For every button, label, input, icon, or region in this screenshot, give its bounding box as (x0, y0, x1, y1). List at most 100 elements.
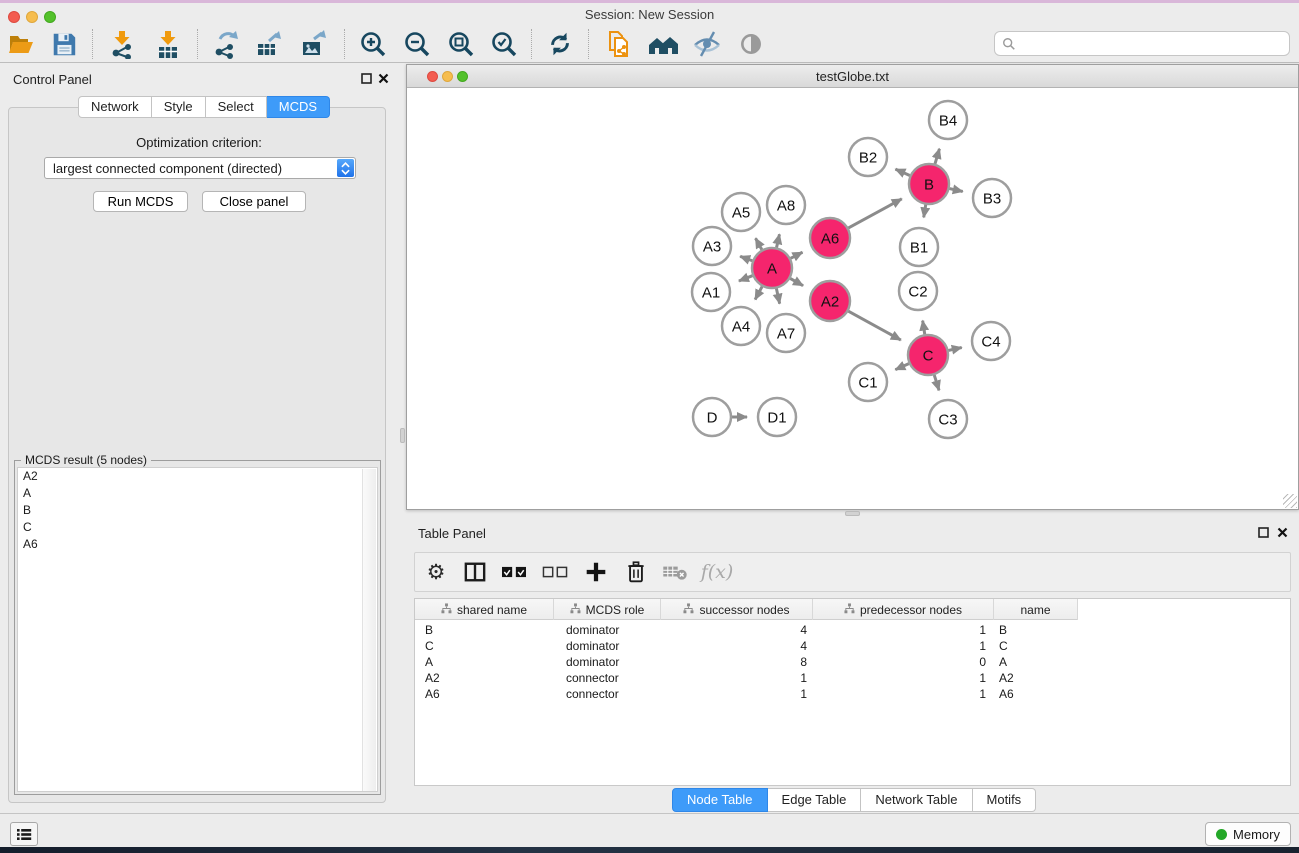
table-row[interactable]: A6connector11A6 (415, 686, 1290, 702)
network-window-titlebar[interactable]: testGlobe.txt (407, 65, 1298, 88)
graph-node-C4[interactable]: C4 (972, 322, 1010, 360)
graph-node-C3[interactable]: C3 (929, 400, 967, 438)
maximize-view-button[interactable] (457, 71, 468, 82)
tab-node-table[interactable]: Node Table (672, 788, 768, 812)
graph-edge-C-C2[interactable] (923, 321, 925, 335)
mcds-result-item[interactable]: C (18, 519, 377, 536)
graph-edge-A-A7[interactable] (776, 289, 779, 304)
tab-style[interactable]: Style (152, 96, 206, 118)
import-network-icon[interactable] (99, 28, 145, 60)
zoom-in-icon[interactable] (351, 28, 395, 60)
graph-node-A5[interactable]: A5 (722, 193, 760, 231)
graph-edge-C-C3[interactable] (934, 375, 939, 390)
graph-edge-A6-B[interactable] (848, 199, 901, 228)
network-graph[interactable]: B4B2BB3A8A5A6A3B1AA1C2A2A4A7C4CC1C3DD1 (407, 88, 1298, 509)
mcds-result-item[interactable]: A2 (18, 468, 377, 485)
scrollbar-track[interactable] (362, 469, 376, 792)
column-header-name[interactable]: name (994, 599, 1078, 620)
table-row[interactable]: Cdominator41C (415, 638, 1290, 654)
graph-node-A2[interactable]: A2 (810, 281, 850, 321)
graph-edge-A-A3[interactable] (740, 256, 752, 260)
node-table[interactable]: shared nameMCDS rolesuccessor nodesprede… (414, 598, 1291, 786)
graph-node-B2[interactable]: B2 (849, 138, 887, 176)
mcds-result-list[interactable]: A2ABCA6 (17, 467, 378, 792)
delete-column-icon[interactable] (617, 554, 655, 590)
zoom-fit-icon[interactable] (439, 28, 483, 60)
tab-motifs[interactable]: Motifs (973, 788, 1037, 812)
columns-icon[interactable] (457, 554, 493, 590)
graph-node-C1[interactable]: C1 (849, 363, 887, 401)
hide-selected-icon[interactable] (685, 28, 729, 60)
splitpane-divider-vertical[interactable] (400, 428, 405, 443)
graph-node-C[interactable]: C (908, 335, 948, 375)
close-panel-button[interactable]: Close panel (202, 191, 306, 212)
graph-node-A3[interactable]: A3 (693, 227, 731, 265)
memory-button[interactable]: Memory (1205, 822, 1291, 846)
search-field[interactable] (994, 31, 1290, 56)
column-header-predecessor-nodes[interactable]: predecessor nodes (813, 599, 994, 620)
select-all-icon[interactable] (493, 554, 535, 590)
show-all-icon[interactable] (729, 28, 773, 60)
graph-node-C2[interactable]: C2 (899, 272, 937, 310)
save-session-icon[interactable] (42, 28, 86, 60)
mcds-result-item[interactable]: B (18, 502, 377, 519)
graph-edge-A-A8[interactable] (777, 234, 780, 247)
deselect-all-icon[interactable] (535, 554, 575, 590)
graph-edge-A2-C[interactable] (848, 311, 900, 340)
close-view-button[interactable] (427, 71, 438, 82)
minimize-window-button[interactable] (26, 11, 38, 23)
zoom-out-icon[interactable] (395, 28, 439, 60)
tab-edge-table[interactable]: Edge Table (768, 788, 862, 812)
add-column-icon[interactable] (575, 554, 617, 590)
minimize-view-button[interactable] (442, 71, 453, 82)
zoom-selected-icon[interactable] (483, 28, 525, 60)
graph-node-A8[interactable]: A8 (767, 186, 805, 224)
table-row[interactable]: A2connector11A2 (415, 670, 1290, 686)
graph-node-D[interactable]: D (693, 398, 731, 436)
tab-mcds[interactable]: MCDS (267, 96, 330, 118)
task-history-button[interactable] (10, 822, 38, 846)
column-header-MCDS-role[interactable]: MCDS role (554, 599, 661, 620)
optimization-dropdown[interactable]: largest connected component (directed) (44, 157, 356, 179)
gear-icon[interactable]: ⚙ (415, 554, 457, 590)
tab-select[interactable]: Select (206, 96, 267, 118)
graph-node-A4[interactable]: A4 (722, 307, 760, 345)
graph-edge-C-C4[interactable] (948, 348, 961, 351)
close-window-button[interactable] (8, 11, 20, 23)
graph-edge-A-A2[interactable] (790, 278, 803, 285)
graph-node-B3[interactable]: B3 (973, 179, 1011, 217)
float-panel-icon[interactable] (361, 73, 372, 84)
close-panel-icon[interactable] (1277, 527, 1288, 538)
graph-edge-B-B2[interactable] (895, 169, 909, 175)
maximize-window-button[interactable] (44, 11, 56, 23)
graph-edge-B-B1[interactable] (924, 205, 926, 218)
graph-edge-C-C1[interactable] (895, 364, 908, 370)
import-table-icon[interactable] (145, 28, 191, 60)
graph-node-A1[interactable]: A1 (692, 273, 730, 311)
graph-node-A7[interactable]: A7 (767, 314, 805, 352)
export-network-icon[interactable] (204, 28, 248, 60)
home-icon[interactable] (641, 28, 685, 60)
tab-network[interactable]: Network (78, 96, 152, 118)
splitpane-divider-horizontal[interactable] (845, 511, 860, 516)
graph-node-A6[interactable]: A6 (810, 218, 850, 258)
table-row[interactable]: Bdominator41B (415, 622, 1290, 638)
tab-network-table[interactable]: Network Table (861, 788, 972, 812)
refresh-icon[interactable] (538, 28, 582, 60)
column-header-successor-nodes[interactable]: successor nodes (661, 599, 813, 620)
window-resize-grip[interactable] (1283, 494, 1297, 508)
float-panel-icon[interactable] (1258, 527, 1269, 538)
graph-node-B[interactable]: B (909, 164, 949, 204)
open-session-icon[interactable] (0, 28, 42, 60)
export-table-icon[interactable] (248, 28, 292, 60)
graph-node-A[interactable]: A (752, 248, 792, 288)
graph-node-D1[interactable]: D1 (758, 398, 796, 436)
graph-edge-B-B3[interactable] (949, 189, 962, 192)
column-header-shared-name[interactable]: shared name (415, 599, 554, 620)
clone-network-icon[interactable] (595, 28, 641, 60)
run-mcds-button[interactable]: Run MCDS (93, 191, 188, 212)
search-input[interactable] (1016, 34, 1289, 54)
export-image-icon[interactable] (292, 28, 338, 60)
graph-edge-A-A5[interactable] (756, 238, 762, 249)
graph-edge-A-A6[interactable] (791, 252, 803, 258)
